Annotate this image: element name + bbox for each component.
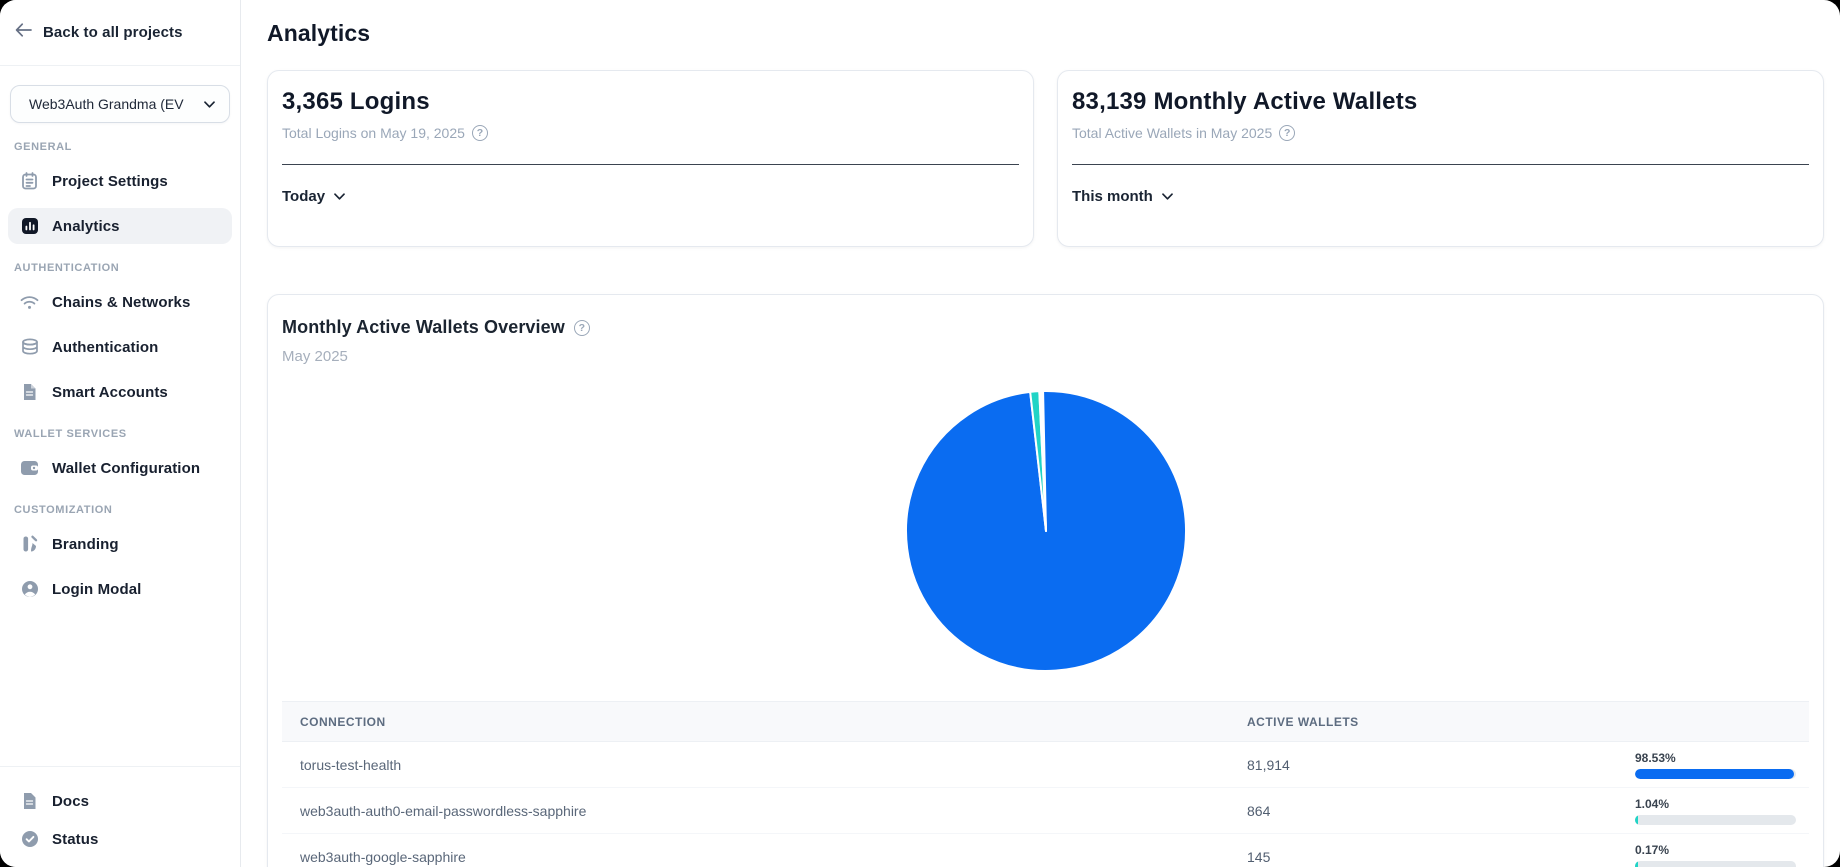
connections-table: CONNECTION ACTIVE WALLETS torus-test-hea… bbox=[282, 701, 1809, 867]
chevron-down-icon bbox=[334, 187, 345, 205]
back-to-projects-button[interactable]: Back to all projects bbox=[0, 0, 240, 66]
connection-name: torus-test-health bbox=[282, 757, 1247, 773]
divider bbox=[282, 164, 1019, 165]
sidebar-item-label: Project Settings bbox=[52, 173, 168, 190]
brush-icon bbox=[20, 535, 39, 554]
maw-stat-subtitle: Total Active Wallets in May 2025 ? bbox=[1072, 125, 1809, 141]
sidebar-item-label: Branding bbox=[52, 536, 119, 553]
divider bbox=[1072, 164, 1809, 165]
sidebar-item-chains-networks[interactable]: Chains & Networks bbox=[8, 284, 232, 320]
sidebar-item-smart-accounts[interactable]: Smart Accounts bbox=[8, 374, 232, 410]
percentage-block: 1.04% bbox=[1635, 797, 1809, 825]
nav-section: CUSTOMIZATION Branding Login Modal bbox=[0, 503, 240, 607]
monthly-active-wallets-overview-card: Monthly Active Wallets Overview ? May 20… bbox=[267, 294, 1824, 867]
nav-section-label: AUTHENTICATION bbox=[0, 261, 240, 275]
percentage-label: 98.53% bbox=[1635, 751, 1796, 765]
sidebar-item-wallet-configuration[interactable]: Wallet Configuration bbox=[8, 450, 232, 486]
nav-section-label: GENERAL bbox=[0, 140, 240, 154]
percentage-bar-track bbox=[1635, 769, 1796, 779]
percentage-bar-track bbox=[1635, 861, 1796, 867]
chart-period: May 2025 bbox=[282, 348, 1809, 365]
wallet-icon bbox=[20, 459, 39, 478]
help-icon[interactable]: ? bbox=[1279, 125, 1295, 141]
column-header-connection: CONNECTION bbox=[282, 715, 1247, 729]
nav-section: AUTHENTICATION Chains & Networks Authentic… bbox=[0, 261, 240, 410]
percentage-bar-fill bbox=[1635, 769, 1794, 779]
nav-section-label: WALLET SERVICES bbox=[0, 427, 240, 441]
percentage-bar-fill bbox=[1635, 861, 1638, 867]
active-wallets-value: 864 bbox=[1247, 803, 1635, 819]
pie-chart-svg bbox=[902, 387, 1190, 675]
percentage-label: 1.04% bbox=[1635, 797, 1796, 811]
table-row: web3auth-auth0-email-passwordless-sapphi… bbox=[282, 788, 1809, 834]
sidebar-item-project-settings[interactable]: Project Settings bbox=[8, 163, 232, 199]
sidebar-item-login-modal[interactable]: Login Modal bbox=[8, 571, 232, 607]
maw-range-dropdown[interactable]: This month bbox=[1072, 187, 1173, 205]
nav-section: GENERAL Project Settings Analytics bbox=[0, 140, 240, 244]
stat-cards-row: 3,365 Logins Total Logins on May 19, 202… bbox=[267, 70, 1824, 247]
table-body: torus-test-health81,91498.53% web3auth-au… bbox=[282, 742, 1809, 867]
percentage-block: 0.17% bbox=[1635, 843, 1809, 867]
file-icon bbox=[20, 383, 39, 402]
pie-chart bbox=[282, 387, 1809, 675]
database-icon bbox=[20, 338, 39, 357]
back-to-projects-label: Back to all projects bbox=[43, 24, 183, 41]
bar-chart-icon bbox=[20, 217, 39, 236]
chevron-down-icon bbox=[204, 95, 215, 113]
sidebar-item-authentication[interactable]: Authentication bbox=[8, 329, 232, 365]
wifi-icon bbox=[20, 293, 39, 312]
sidebar-item-label: Docs bbox=[52, 793, 89, 810]
page-title: Analytics bbox=[267, 20, 1824, 47]
active-wallets-value: 145 bbox=[1247, 849, 1635, 865]
sidebar-item-label: Chains & Networks bbox=[52, 294, 190, 311]
user-circle-icon bbox=[20, 580, 39, 599]
percentage-bar-fill bbox=[1635, 815, 1638, 825]
table-row: web3auth-google-sapphire1450.17% bbox=[282, 834, 1809, 867]
logins-stat-subtitle: Total Logins on May 19, 2025 ? bbox=[282, 125, 1019, 141]
logins-range-dropdown[interactable]: Today bbox=[282, 187, 345, 205]
help-icon[interactable]: ? bbox=[472, 125, 488, 141]
percentage-bar-track bbox=[1635, 815, 1796, 825]
chart-title: Monthly Active Wallets Overview bbox=[282, 317, 565, 338]
maw-stat-card: 83,139 Monthly Active Wallets Total Acti… bbox=[1057, 70, 1824, 247]
table-header-row: CONNECTION ACTIVE WALLETS bbox=[282, 701, 1809, 742]
sidebar-footer-docs[interactable]: Docs bbox=[8, 783, 232, 819]
project-selector-value: Web3Auth Grandma (EV bbox=[29, 96, 184, 112]
sidebar-footer-status[interactable]: Status bbox=[8, 821, 232, 857]
sidebar-item-label: Smart Accounts bbox=[52, 384, 168, 401]
project-selector-dropdown[interactable]: Web3Auth Grandma (EV bbox=[10, 85, 230, 123]
connection-name: web3auth-auth0-email-passwordless-sapphi… bbox=[282, 803, 1247, 819]
percentage-block: 98.53% bbox=[1635, 751, 1809, 779]
sidebar-item-label: Login Modal bbox=[52, 581, 141, 598]
help-icon[interactable]: ? bbox=[574, 320, 590, 336]
sidebar-footer: Docs Status bbox=[0, 766, 240, 867]
clipboard-icon bbox=[20, 172, 39, 191]
sidebar-item-label: Authentication bbox=[52, 339, 158, 356]
sidebar: Back to all projects Web3Auth Grandma (E… bbox=[0, 0, 241, 867]
logins-stat-value: 3,365 Logins bbox=[282, 88, 1019, 116]
logins-stat-card: 3,365 Logins Total Logins on May 19, 202… bbox=[267, 70, 1034, 247]
table-row: torus-test-health81,91498.53% bbox=[282, 742, 1809, 788]
active-wallets-value: 81,914 bbox=[1247, 757, 1635, 773]
sidebar-item-label: Wallet Configuration bbox=[52, 460, 200, 477]
sidebar-item-label: Analytics bbox=[52, 218, 120, 235]
sidebar-item-branding[interactable]: Branding bbox=[8, 526, 232, 562]
sidebar-nav: GENERAL Project Settings Analytics AUTHENTI… bbox=[0, 123, 240, 766]
nav-section-label: CUSTOMIZATION bbox=[0, 503, 240, 517]
chevron-down-icon bbox=[1162, 187, 1173, 205]
docs-icon bbox=[20, 792, 39, 811]
sidebar-item-label: Status bbox=[52, 831, 98, 848]
sidebar-item-analytics[interactable]: Analytics bbox=[8, 208, 232, 244]
arrow-left-icon bbox=[15, 23, 32, 42]
maw-stat-value: 83,139 Monthly Active Wallets bbox=[1072, 88, 1809, 116]
connection-name: web3auth-google-sapphire bbox=[282, 849, 1247, 865]
check-circle-icon bbox=[20, 830, 39, 849]
percentage-label: 0.17% bbox=[1635, 843, 1796, 857]
main-content: Analytics 3,365 Logins Total Logins on M… bbox=[241, 0, 1840, 867]
app-window: Back to all projects Web3Auth Grandma (E… bbox=[0, 0, 1840, 867]
column-header-active-wallets: ACTIVE WALLETS bbox=[1247, 715, 1635, 729]
nav-section: WALLET SERVICES Wallet Configuration bbox=[0, 427, 240, 486]
